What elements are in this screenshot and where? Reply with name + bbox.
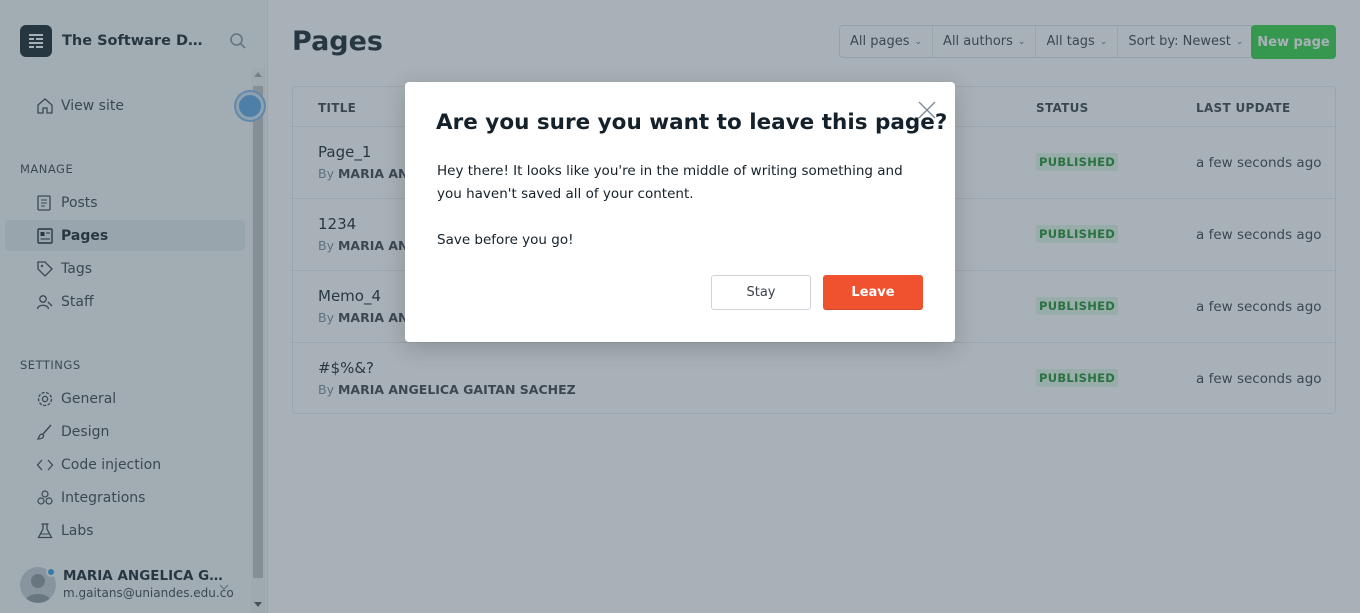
modal-title: Are you sure you want to leave this page… <box>436 110 948 135</box>
stay-button[interactable]: Stay <box>711 275 811 310</box>
leave-page-modal: Are you sure you want to leave this page… <box>405 82 955 342</box>
leave-button[interactable]: Leave <box>823 275 923 310</box>
modal-message: Hey there! It looks like you're in the m… <box>437 163 903 202</box>
modal-body: Hey there! It looks like you're in the m… <box>437 160 927 252</box>
modal-message: Save before you go! <box>437 232 574 248</box>
